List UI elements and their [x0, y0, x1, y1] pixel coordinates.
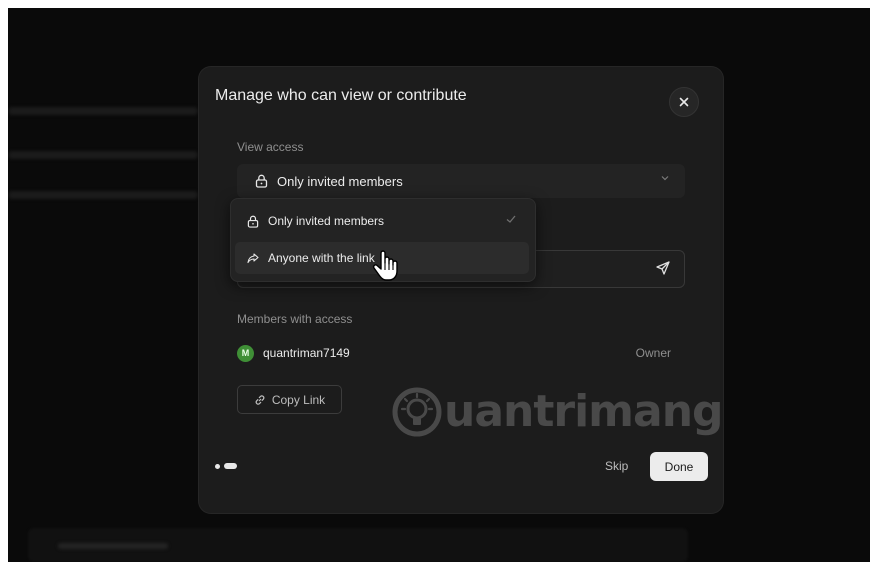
view-access-selected-value: Only invited members: [277, 173, 403, 189]
pagination-dots: [215, 463, 237, 469]
copy-link-button[interactable]: Copy Link: [237, 385, 342, 414]
page-dot-active[interactable]: [224, 463, 237, 469]
dropdown-option-invited[interactable]: Only invited members: [235, 205, 529, 237]
chevron-down-icon: [661, 173, 669, 184]
share-icon: [247, 252, 259, 264]
modal-title: Manage who can view or contribute: [215, 87, 467, 104]
page-dot[interactable]: [215, 463, 220, 469]
view-access-label: View access: [237, 140, 304, 154]
blurred-background-text: [8, 151, 198, 159]
blurred-background-text: [8, 107, 198, 115]
member-row: M quantriman7149 Owner: [237, 343, 671, 363]
copy-link-label: Copy Link: [271, 392, 326, 407]
watermark-logo: uantrimang: [392, 386, 724, 437]
close-icon: [679, 95, 689, 110]
done-button[interactable]: Done: [650, 452, 708, 481]
lock-icon: [247, 215, 259, 228]
check-icon: [505, 213, 517, 225]
link-icon: [254, 394, 266, 406]
view-access-select[interactable]: Only invited members: [237, 164, 685, 198]
watermark-text: uantrimang: [444, 386, 724, 437]
blurred-background-text: [8, 191, 198, 199]
send-icon[interactable]: [656, 261, 670, 275]
lock-icon: [255, 174, 268, 188]
close-button[interactable]: [669, 87, 699, 117]
skip-button[interactable]: Skip: [605, 459, 628, 473]
member-role: Owner: [635, 346, 671, 360]
dropdown-option-label: Anyone with the link: [268, 251, 375, 265]
member-name: quantriman7149: [263, 346, 350, 360]
avatar: M: [237, 344, 254, 362]
hand-pointer-icon: [372, 250, 400, 287]
dropdown-option-label: Only invited members: [268, 214, 385, 228]
members-label: Members with access: [237, 312, 353, 326]
blurred-background-text: [58, 543, 168, 549]
share-modal: Manage who can view or contribute View a…: [199, 67, 723, 513]
bulb-logo-icon: [392, 387, 442, 436]
